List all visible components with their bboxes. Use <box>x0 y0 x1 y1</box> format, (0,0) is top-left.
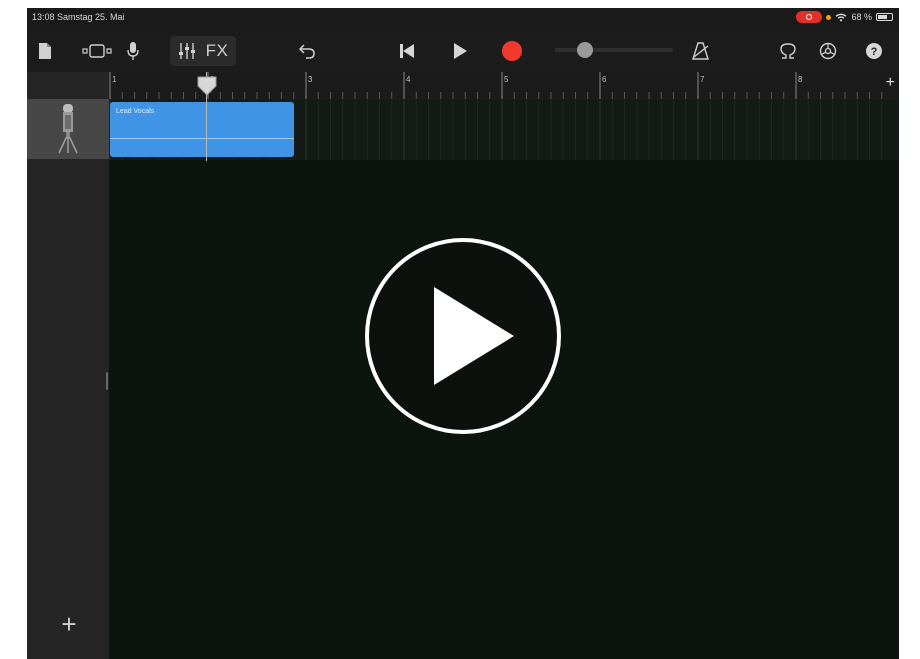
bar-number: 3 <box>308 75 313 84</box>
playhead-handle[interactable] <box>197 76 217 96</box>
settings-icon <box>819 42 837 60</box>
document-icon <box>39 43 51 59</box>
metronome-button[interactable] <box>688 36 714 66</box>
mixer-icon[interactable] <box>178 42 196 60</box>
play-icon <box>454 43 467 59</box>
microphone-icon <box>58 104 78 154</box>
battery-percent: 68 % <box>851 12 872 22</box>
wifi-icon <box>836 13 847 21</box>
microphone-icon <box>127 42 139 60</box>
region-waveform <box>110 138 294 139</box>
bar-number: 4 <box>406 75 411 84</box>
settings-button[interactable] <box>815 36 841 66</box>
play-overlay-icon[interactable] <box>364 237 562 435</box>
master-volume-slider[interactable] <box>555 42 673 58</box>
go-to-start-button[interactable] <box>394 36 420 66</box>
add-track-button[interactable]: + <box>57 611 81 637</box>
track-header-lead-vocals[interactable] <box>27 99 109 159</box>
my-songs-button[interactable] <box>33 36 57 66</box>
bar-number: 1 <box>112 75 117 84</box>
status-time-date: 13:08 Samstag 25. Mai <box>32 12 125 22</box>
undo-icon <box>298 44 315 59</box>
track-headers-panel: + <box>27 72 109 659</box>
help-icon: ? <box>866 43 882 59</box>
toolbar: FX ? <box>27 30 899 72</box>
mixer-fx-group: FX <box>170 36 236 66</box>
svg-text:?: ? <box>871 46 878 58</box>
volume-slider-knob[interactable] <box>577 42 593 58</box>
go-to-start-icon <box>400 44 414 58</box>
help-button[interactable]: ? <box>861 36 887 66</box>
undo-button[interactable] <box>294 36 320 66</box>
add-section-button[interactable]: + <box>886 74 895 92</box>
battery-fill <box>878 15 887 19</box>
bar-number: 7 <box>700 75 705 84</box>
metronome-icon <box>692 42 709 60</box>
bar-number: 5 <box>504 75 509 84</box>
battery-icon <box>876 13 893 21</box>
loop-browser-button[interactable] <box>775 36 801 66</box>
tracks-view-button[interactable] <box>79 36 119 66</box>
loop-browser-icon <box>780 43 796 59</box>
audio-region-lead-vocals[interactable]: Lead Vocals <box>110 102 294 157</box>
track-lane-lead-vocals[interactable]: Lead Vocals <box>109 100 899 160</box>
record-icon <box>502 41 522 61</box>
sidebar-resize-handle[interactable] <box>106 372 108 390</box>
bar-number: 8 <box>798 75 803 84</box>
status-bar: 13:08 Samstag 25. Mai 68 % <box>27 8 899 30</box>
tracks-view-icon <box>82 44 112 58</box>
smart-controls-button[interactable] <box>120 36 146 66</box>
play-button[interactable] <box>447 36 473 66</box>
timeline-ruler[interactable]: 1 2 3 4 5 6 7 8 + <box>109 72 899 100</box>
status-indicators: 68 % <box>796 11 893 23</box>
mic-in-use-dot <box>826 14 832 20</box>
record-button[interactable] <box>499 36 525 66</box>
bar-number: 6 <box>602 75 607 84</box>
recording-indicator <box>796 11 823 23</box>
fx-button[interactable]: FX <box>206 41 229 61</box>
garageband-screen: 13:08 Samstag 25. Mai 68 % FX ? + 1 3 4 … <box>27 8 899 659</box>
region-label: Lead Vocals <box>116 108 155 115</box>
